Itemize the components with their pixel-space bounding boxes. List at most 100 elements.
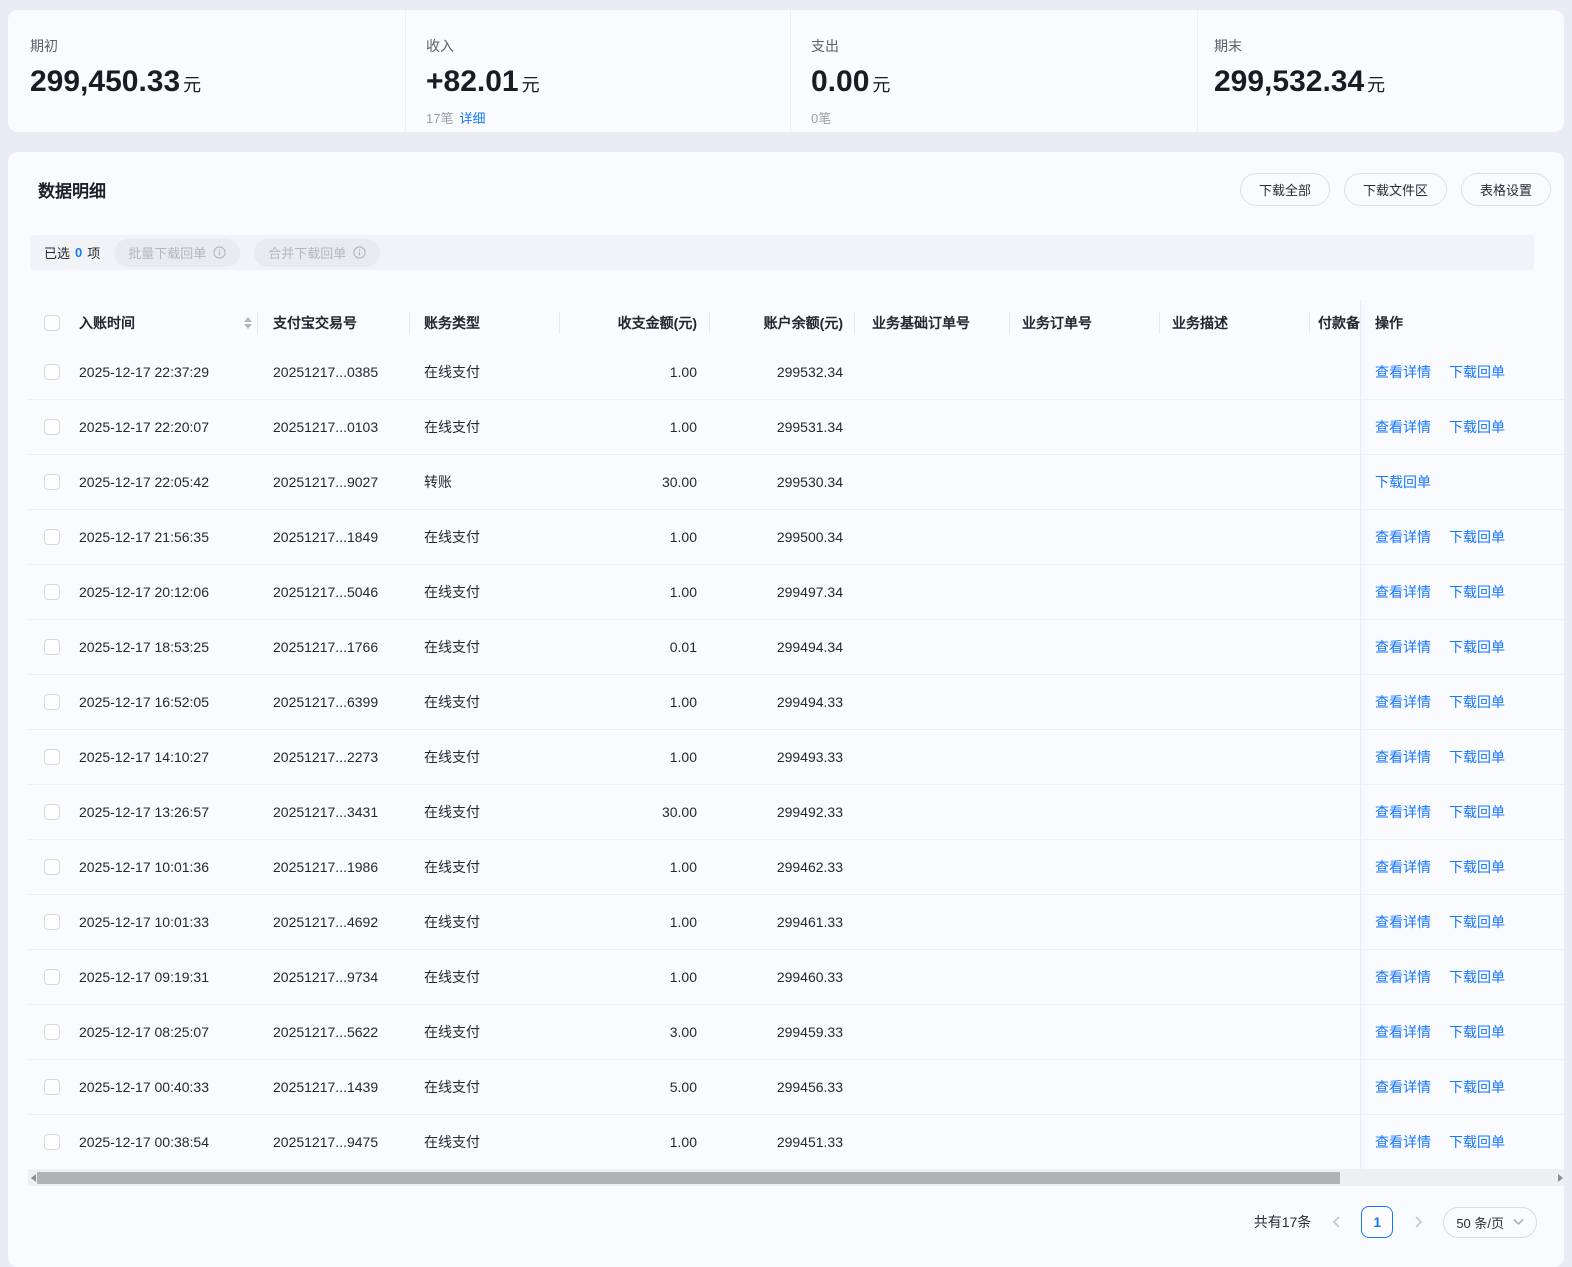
cell-entry-time: 2025-12-17 22:37:29 [79, 364, 209, 380]
row-checkbox[interactable] [44, 859, 60, 875]
download-receipt-link[interactable]: 下载回单 [1449, 967, 1505, 987]
download-receipt-link[interactable]: 下载回单 [1449, 417, 1505, 437]
row-checkbox[interactable] [44, 1024, 60, 1040]
info-icon [353, 246, 366, 259]
download-receipt-link[interactable]: 下载回单 [1449, 1022, 1505, 1042]
cell-amount: 3.00 [669, 1024, 697, 1040]
cell-amount: 5.00 [669, 1079, 697, 1095]
summary-beginning: 期初 299,450.33 元 [8, 10, 405, 132]
cell-amount: 1.00 [669, 584, 697, 600]
row-checkbox[interactable] [44, 474, 60, 490]
view-detail-link[interactable]: 查看详情 [1375, 802, 1431, 822]
table-row: 2025-12-17 00:38:54 20251217...9475 在线支付… [28, 1115, 1564, 1170]
view-detail-link[interactable]: 查看详情 [1375, 692, 1431, 712]
cell-entry-time: 2025-12-17 10:01:36 [79, 859, 209, 875]
table-settings-button[interactable]: 表格设置 [1460, 173, 1551, 206]
cell-operations: 查看详情 下载回单 [1360, 785, 1564, 839]
cell-operations: 查看详情 下载回单 [1360, 1115, 1564, 1169]
cell-entry-time: 2025-12-17 20:12:06 [79, 584, 209, 600]
row-checkbox[interactable] [44, 419, 60, 435]
view-detail-link[interactable]: 查看详情 [1375, 857, 1431, 877]
cell-balance: 299497.34 [776, 584, 843, 600]
cell-transaction-id: 20251217...1849 [273, 529, 379, 545]
view-detail-link[interactable]: 查看详情 [1375, 912, 1431, 932]
view-detail-link[interactable]: 查看详情 [1375, 967, 1431, 987]
current-page-button[interactable]: 1 [1361, 1206, 1394, 1238]
column-entry-time[interactable]: 入账时间 [65, 300, 258, 345]
row-checkbox-cell [28, 749, 65, 765]
view-detail-link[interactable]: 查看详情 [1375, 582, 1431, 602]
scrollbar-thumb[interactable] [37, 1172, 1340, 1184]
row-checkbox[interactable] [44, 584, 60, 600]
row-checkbox[interactable] [44, 1134, 60, 1150]
row-checkbox[interactable] [44, 914, 60, 930]
download-receipt-link[interactable]: 下载回单 [1449, 912, 1505, 932]
row-checkbox[interactable] [44, 1079, 60, 1095]
cell-amount: 1.00 [669, 694, 697, 710]
download-receipt-link[interactable]: 下载回单 [1449, 692, 1505, 712]
select-all-checkbox[interactable] [44, 314, 60, 331]
column-account-type: 账务类型 [410, 300, 560, 345]
cell-transaction-id: 20251217...3431 [273, 804, 379, 820]
row-checkbox-cell [28, 1024, 65, 1040]
row-checkbox[interactable] [44, 364, 60, 380]
view-detail-link[interactable]: 查看详情 [1375, 1077, 1431, 1097]
row-checkbox-cell [28, 364, 65, 380]
cell-operations: 查看详情 下载回单 [1360, 895, 1564, 949]
row-checkbox[interactable] [44, 529, 60, 545]
cell-operations: 查看详情 下载回单 [1360, 840, 1564, 894]
cell-account-type: 在线支付 [424, 419, 480, 435]
table-header-row: 入账时间 支付宝交易号 账务类型 收支金额(元) 账户余额(元) 业务基础订单号… [28, 300, 1564, 345]
merge-download-button[interactable]: 合并下载回单 [254, 238, 381, 267]
data-table: 入账时间 支付宝交易号 账务类型 收支金额(元) 账户余额(元) 业务基础订单号… [28, 300, 1564, 1170]
cell-operations: 查看详情 下载回单 [1360, 1005, 1564, 1059]
row-checkbox[interactable] [44, 804, 60, 820]
cell-account-type: 在线支付 [424, 529, 480, 545]
view-detail-link[interactable]: 查看详情 [1375, 1022, 1431, 1042]
view-detail-link[interactable]: 查看详情 [1375, 417, 1431, 437]
download-receipt-link[interactable]: 下载回单 [1449, 582, 1505, 602]
download-receipt-link[interactable]: 下载回单 [1449, 362, 1505, 382]
download-receipt-link[interactable]: 下载回单 [1449, 1132, 1505, 1152]
batch-download-button[interactable]: 批量下载回单 [114, 238, 241, 267]
download-all-button[interactable]: 下载全部 [1239, 173, 1330, 206]
sort-icon[interactable] [244, 316, 252, 329]
download-receipt-link[interactable]: 下载回单 [1375, 472, 1431, 492]
page-size-select[interactable]: 50 条/页 [1443, 1206, 1537, 1238]
cell-balance: 299462.33 [776, 859, 843, 875]
table-row: 2025-12-17 09:19:31 20251217...9734 在线支付… [28, 950, 1564, 1005]
row-checkbox[interactable] [44, 694, 60, 710]
cell-transaction-id: 20251217...1439 [273, 1079, 379, 1095]
summary-card: 期初 299,450.33 元 收入 +82.01 元 17笔 详细 支出 0.00 元… [8, 10, 1564, 132]
download-files-button[interactable]: 下载文件区 [1343, 173, 1447, 206]
cell-entry-time: 2025-12-17 21:56:35 [79, 529, 209, 545]
download-receipt-link[interactable]: 下载回单 [1449, 527, 1505, 547]
scrollbar-right-arrow-icon[interactable] [1558, 1174, 1563, 1182]
table-row: 2025-12-17 21:56:35 20251217...1849 在线支付… [28, 510, 1564, 565]
row-checkbox[interactable] [44, 639, 60, 655]
cell-operations: 查看详情 下载回单 [1360, 1060, 1564, 1114]
expense-label: 支出 [811, 38, 839, 54]
row-checkbox[interactable] [44, 969, 60, 985]
cell-balance: 299494.34 [776, 639, 843, 655]
cell-transaction-id: 20251217...4692 [273, 914, 379, 930]
horizontal-scrollbar[interactable] [28, 1170, 1564, 1186]
download-receipt-link[interactable]: 下载回单 [1449, 802, 1505, 822]
scrollbar-left-arrow-icon[interactable] [31, 1174, 36, 1182]
next-page-button[interactable] [1408, 1212, 1428, 1232]
summary-ending: 期末 299,532.34 元 [1197, 10, 1564, 132]
download-receipt-link[interactable]: 下载回单 [1449, 1077, 1505, 1097]
download-receipt-link[interactable]: 下载回单 [1449, 637, 1505, 657]
cell-transaction-id: 20251217...6399 [273, 694, 379, 710]
view-detail-link[interactable]: 查看详情 [1375, 1132, 1431, 1152]
row-checkbox[interactable] [44, 749, 60, 765]
view-detail-link[interactable]: 查看详情 [1375, 362, 1431, 382]
download-receipt-link[interactable]: 下载回单 [1449, 747, 1505, 767]
cell-transaction-id: 20251217...5622 [273, 1024, 379, 1040]
prev-page-button[interactable] [1326, 1212, 1346, 1232]
download-receipt-link[interactable]: 下载回单 [1449, 857, 1505, 877]
view-detail-link[interactable]: 查看详情 [1375, 747, 1431, 767]
view-detail-link[interactable]: 查看详情 [1375, 637, 1431, 657]
view-detail-link[interactable]: 查看详情 [1375, 527, 1431, 547]
income-detail-link[interactable]: 详细 [459, 111, 485, 126]
